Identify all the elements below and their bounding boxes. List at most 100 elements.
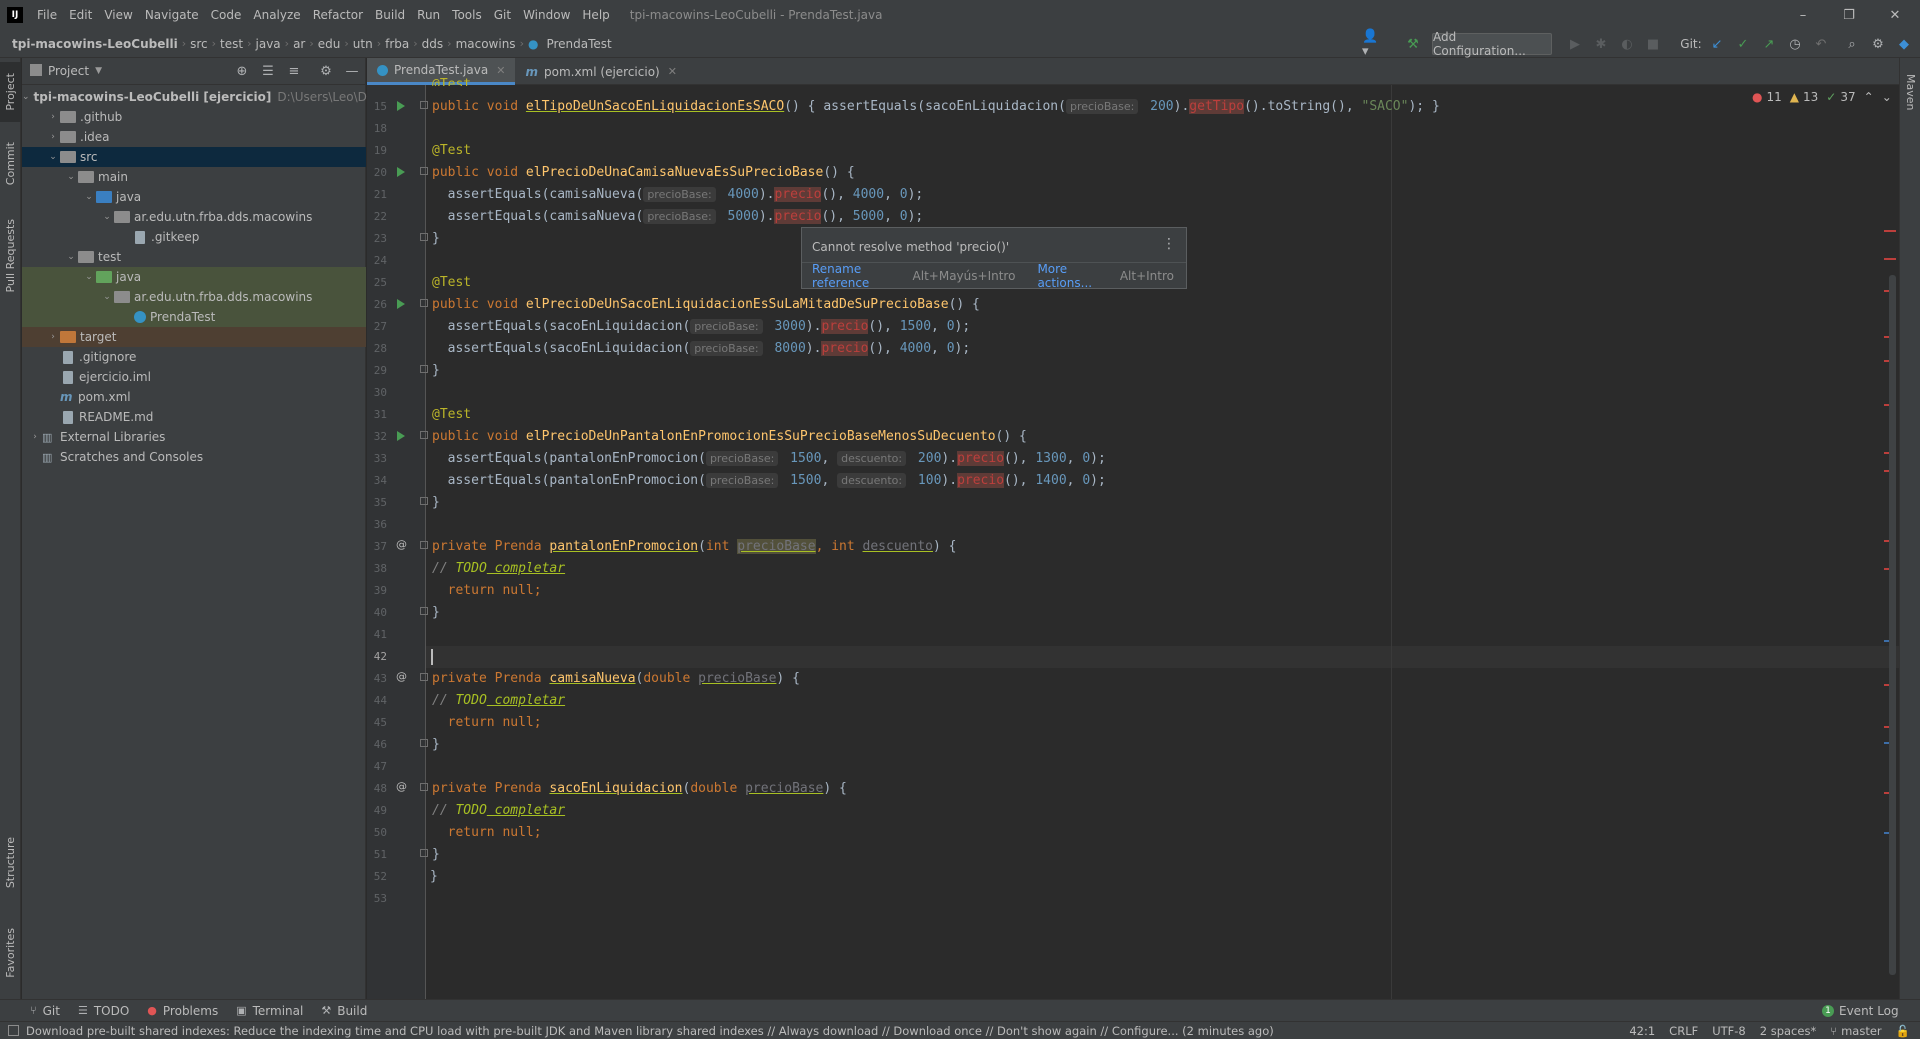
chevron-down-icon[interactable]: ⌄ <box>100 292 114 302</box>
caret-position[interactable]: 42:1 <box>1629 1024 1655 1038</box>
file-encoding[interactable]: UTF-8 <box>1712 1024 1746 1038</box>
menu-analyze[interactable]: Analyze <box>247 0 306 30</box>
breadcrumb-test[interactable]: test <box>216 37 247 51</box>
settings-gear-icon[interactable]: ⚙ <box>1869 35 1887 53</box>
event-log-button[interactable]: 1 Event Log <box>1822 1000 1899 1021</box>
chevron-right-icon[interactable]: › <box>28 432 42 442</box>
breadcrumb-edu[interactable]: edu <box>314 37 345 51</box>
collapse-all-icon[interactable]: ≡ <box>286 63 302 79</box>
inspection-widget[interactable]: ● 11 ▲ 13 ✓ 37 ⌃ ⌄ <box>1752 90 1900 104</box>
tree-item[interactable]: › target <box>22 327 366 347</box>
fold-icon[interactable] <box>420 299 428 307</box>
rename-reference-link[interactable]: Rename reference <box>812 262 903 290</box>
stop-icon[interactable]: ■ <box>1644 35 1662 53</box>
git-push-icon[interactable]: ↗ <box>1760 35 1778 53</box>
close-tab-icon[interactable]: ✕ <box>668 65 677 78</box>
git-update-icon[interactable]: ↙ <box>1708 35 1726 53</box>
tree-item[interactable]: README.md <box>22 407 366 427</box>
menu-help[interactable]: Help <box>576 0 615 30</box>
menu-edit[interactable]: Edit <box>63 0 98 30</box>
fold-icon[interactable] <box>420 783 428 791</box>
tool-tab-maven[interactable]: Maven <box>1900 62 1920 122</box>
fold-icon[interactable] <box>420 739 428 747</box>
jetbrains-toolbox-icon[interactable]: ◆ <box>1895 35 1913 53</box>
tree-item[interactable]: › .idea <box>22 127 366 147</box>
tree-item[interactable]: .gitkeep <box>22 227 366 247</box>
breadcrumb-project[interactable]: tpi-macowins-LeoCubelli <box>0 37 182 51</box>
bottom-tab-build[interactable]: ⚒ Build <box>321 1004 367 1018</box>
breadcrumb-ar[interactable]: ar <box>289 37 309 51</box>
more-actions-link[interactable]: More actions... <box>1037 262 1109 290</box>
run-test-icon[interactable] <box>397 167 405 177</box>
debug-icon[interactable]: ✱ <box>1592 35 1610 53</box>
menu-window[interactable]: Window <box>517 0 576 30</box>
chevron-right-icon[interactable]: › <box>46 132 60 142</box>
hide-icon[interactable]: — <box>344 63 360 79</box>
breadcrumb-prendatest[interactable]: PrendaTest <box>542 37 615 51</box>
rollback-icon[interactable]: ↶ <box>1812 35 1830 53</box>
tree-item[interactable]: ⌄ test <box>22 247 366 267</box>
history-icon[interactable]: ◷ <box>1786 35 1804 53</box>
implementation-at-icon[interactable]: @ <box>396 538 407 551</box>
bottom-tab-problems[interactable]: ● Problems <box>147 1004 218 1018</box>
fold-icon[interactable] <box>420 607 428 615</box>
breadcrumb-java[interactable]: java <box>252 37 285 51</box>
line-separator[interactable]: CRLF <box>1669 1024 1698 1038</box>
chevron-down-icon[interactable]: ⌄ <box>22 92 30 102</box>
fold-icon[interactable] <box>420 167 428 175</box>
chevron-up-icon[interactable]: ⌃ <box>1864 90 1874 104</box>
coverage-icon[interactable]: ◐ <box>1618 35 1636 53</box>
fold-icon[interactable] <box>420 233 428 241</box>
chevron-down-icon[interactable]: ⌄ <box>82 272 96 282</box>
fold-icon[interactable] <box>420 431 428 439</box>
tool-tab-project[interactable]: Project <box>0 62 21 122</box>
breadcrumb-macowins[interactable]: macowins <box>452 37 520 51</box>
vertical-scrollbar[interactable] <box>1889 275 1896 975</box>
chevron-down-icon[interactable]: ⌄ <box>1882 90 1892 104</box>
tree-item[interactable]: ⌄ ar.edu.utn.frba.dds.macowins <box>22 287 366 307</box>
tab-pom-xml[interactable]: m pom.xml (ejercicio) ✕ <box>515 58 686 85</box>
run-test-icon[interactable] <box>397 431 405 441</box>
menu-view[interactable]: View <box>98 0 138 30</box>
menu-run[interactable]: Run <box>411 0 446 30</box>
locate-icon[interactable]: ⊕ <box>234 63 250 79</box>
git-commit-icon[interactable]: ✓ <box>1734 35 1752 53</box>
chevron-down-icon[interactable]: ▼ <box>95 66 102 76</box>
menu-refactor[interactable]: Refactor <box>307 0 369 30</box>
tree-item[interactable]: PrendaTest <box>22 307 366 327</box>
chevron-down-icon[interactable]: ⌄ <box>46 152 60 162</box>
tool-tab-structure[interactable]: Structure <box>0 828 21 898</box>
tree-item[interactable]: › ▥ External Libraries <box>22 427 366 447</box>
fold-icon[interactable] <box>420 673 428 681</box>
implementation-at-icon[interactable]: @ <box>396 780 407 793</box>
bottom-tab-todo[interactable]: ☰ TODO <box>78 1004 129 1018</box>
menu-tools[interactable]: Tools <box>446 0 488 30</box>
breadcrumb-utn[interactable]: utn <box>349 37 377 51</box>
tool-tab-favorites[interactable]: Favorites <box>0 918 21 988</box>
options-gear-icon[interactable]: ⚙ <box>318 63 334 79</box>
error-stripe[interactable] <box>1884 258 1896 260</box>
chevron-down-icon[interactable]: ⌄ <box>82 192 96 202</box>
status-message[interactable]: Download pre-built shared indexes: Reduc… <box>26 1024 1274 1038</box>
breadcrumb-frba[interactable]: frba <box>381 37 413 51</box>
expand-all-icon[interactable]: ☰ <box>260 63 276 79</box>
search-icon[interactable]: ⌕ <box>1843 35 1861 53</box>
add-configuration-button[interactable]: Add Configuration... <box>1432 30 1552 58</box>
breadcrumb-src[interactable]: src <box>186 37 212 51</box>
chevron-right-icon[interactable]: › <box>46 332 60 342</box>
tree-item[interactable]: ⌄ src <box>22 147 366 167</box>
breadcrumb-dds[interactable]: dds <box>418 37 448 51</box>
run-test-icon[interactable] <box>397 299 405 309</box>
tree-item[interactable]: m pom.xml <box>22 387 366 407</box>
fold-icon[interactable] <box>420 101 428 109</box>
bottom-tab-terminal[interactable]: ▣ Terminal <box>236 1004 303 1018</box>
git-branch[interactable]: master <box>1841 1024 1882 1038</box>
tool-tab-pull-requests[interactable]: Pull Requests <box>0 206 21 306</box>
bottom-tab-git[interactable]: ⑂ Git <box>30 1004 60 1018</box>
fold-icon[interactable] <box>420 365 428 373</box>
tree-item[interactable]: ⌄ java <box>22 187 366 207</box>
tree-item[interactable]: ▥ Scratches and Consoles <box>22 447 366 467</box>
run-icon[interactable]: ▶ <box>1566 35 1584 53</box>
minimize-button[interactable]: – <box>1780 0 1826 30</box>
fold-icon[interactable] <box>420 849 428 857</box>
